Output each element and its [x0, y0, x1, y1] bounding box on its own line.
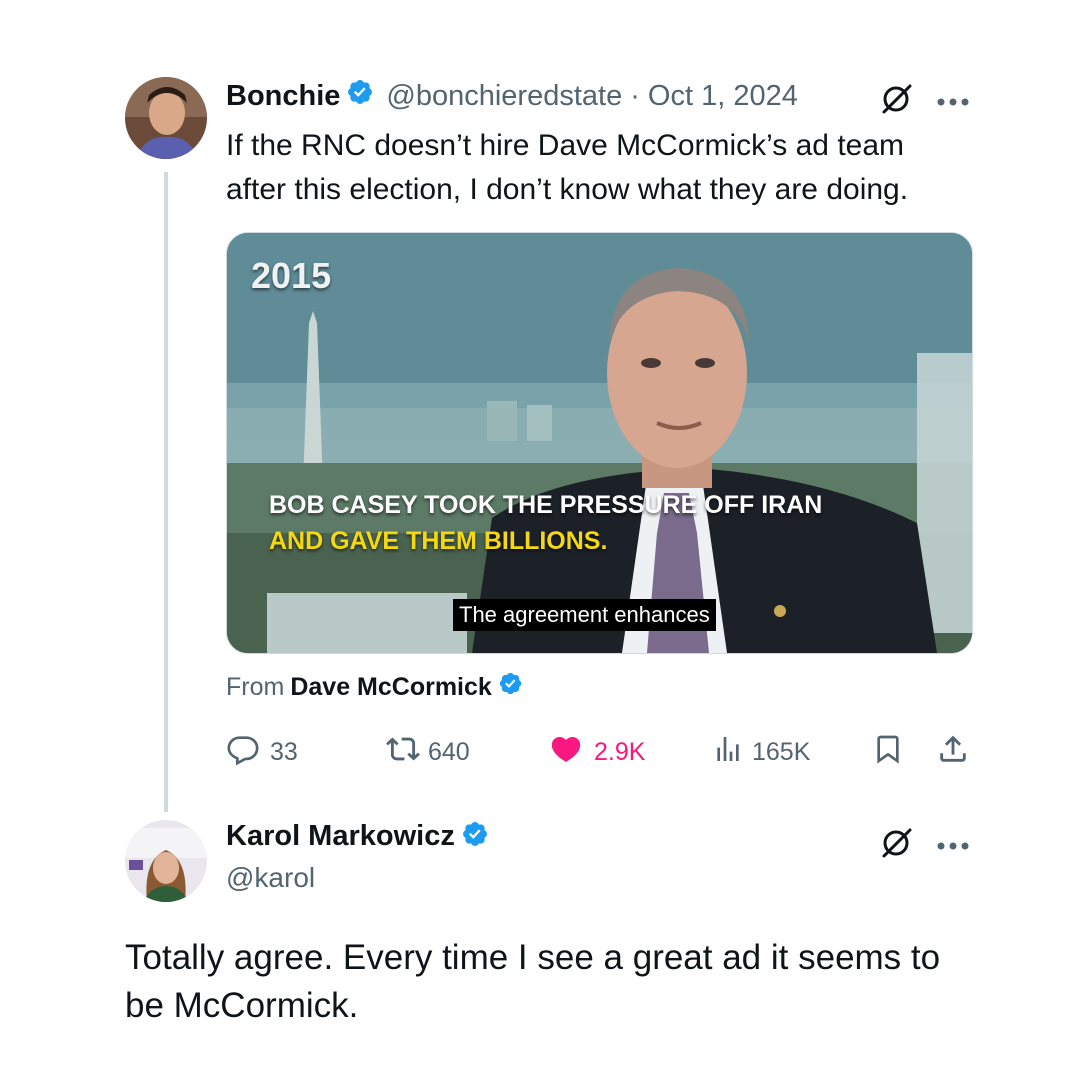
- views-button[interactable]: 165K: [712, 730, 810, 774]
- share-icon: [936, 732, 970, 773]
- share-button[interactable]: [936, 730, 970, 774]
- tweet-text: If the RNC doesn’t hire Dave McCormick’s…: [226, 124, 986, 212]
- reply-icon: [226, 732, 260, 773]
- reply-button[interactable]: 33: [226, 730, 298, 774]
- like-button[interactable]: 2.9K: [548, 730, 645, 774]
- author-name[interactable]: Bonchie: [226, 80, 340, 113]
- video-frame-image: [227, 233, 972, 653]
- reply-author-handle[interactable]: @karol: [226, 862, 315, 894]
- reply-author-name[interactable]: Karol Markowicz: [226, 820, 455, 853]
- thread-connector-line: [164, 172, 168, 812]
- more-icon[interactable]: [936, 838, 970, 856]
- grok-icon[interactable]: [880, 828, 914, 863]
- repost-icon: [384, 732, 422, 773]
- tweet-actions-bar: 33 640 2.9K 165K: [226, 730, 976, 774]
- reply-text: Totally agree. Every time I see a great …: [125, 934, 1025, 1030]
- video-caption: The agreement enhances: [453, 599, 716, 631]
- video-headline: BOB CASEY TOOK THE PRESSURE OFF IRAN AND…: [269, 487, 822, 559]
- like-count: 2.9K: [594, 737, 646, 766]
- tweet-date[interactable]: · Oct 1, 2024: [630, 80, 798, 113]
- from-label: From: [226, 672, 285, 701]
- bookmark-icon: [872, 732, 904, 773]
- video-headline-line2: AND GAVE THEM BILLIONS.: [269, 527, 608, 555]
- views-count: 165K: [752, 737, 811, 766]
- tweet-header: Bonchie @bonchieredstate · Oct 1, 2024: [226, 78, 798, 114]
- verified-badge-icon: [461, 820, 489, 853]
- tweet-text-line: after this election, I don’t know what t…: [226, 173, 909, 206]
- grok-icon[interactable]: [880, 84, 914, 119]
- avatar-karol[interactable]: [125, 820, 207, 902]
- reply-text-line: Totally agree. Every time I see a great …: [125, 938, 941, 977]
- repost-button[interactable]: 640: [384, 730, 470, 774]
- like-icon: [548, 732, 584, 773]
- reply-header: Karol Markowicz: [226, 820, 489, 853]
- from-name[interactable]: Dave McCormick: [290, 673, 491, 702]
- video-source-attribution: From Dave McCormick: [226, 671, 523, 703]
- video-headline-line1: BOB CASEY TOOK THE PRESSURE OFF IRAN: [269, 491, 823, 519]
- repost-count: 640: [428, 737, 470, 766]
- bookmark-button[interactable]: [872, 730, 904, 774]
- video-media[interactable]: 2015 BOB CASEY TOOK THE PRESSURE OFF IRA…: [226, 232, 973, 654]
- views-icon: [712, 733, 744, 772]
- video-year-label: 2015: [251, 255, 332, 296]
- avatar-bonchie[interactable]: [125, 77, 207, 159]
- reply-count: 33: [270, 737, 298, 766]
- more-icon[interactable]: [936, 94, 970, 112]
- tweet-text-line: If the RNC doesn’t hire Dave McCormick’s…: [226, 129, 905, 162]
- verified-badge-icon: [346, 78, 374, 114]
- reply-text-line: be McCormick.: [125, 986, 359, 1025]
- verified-badge-icon: [498, 671, 523, 703]
- author-handle[interactable]: @bonchieredstate: [386, 80, 622, 113]
